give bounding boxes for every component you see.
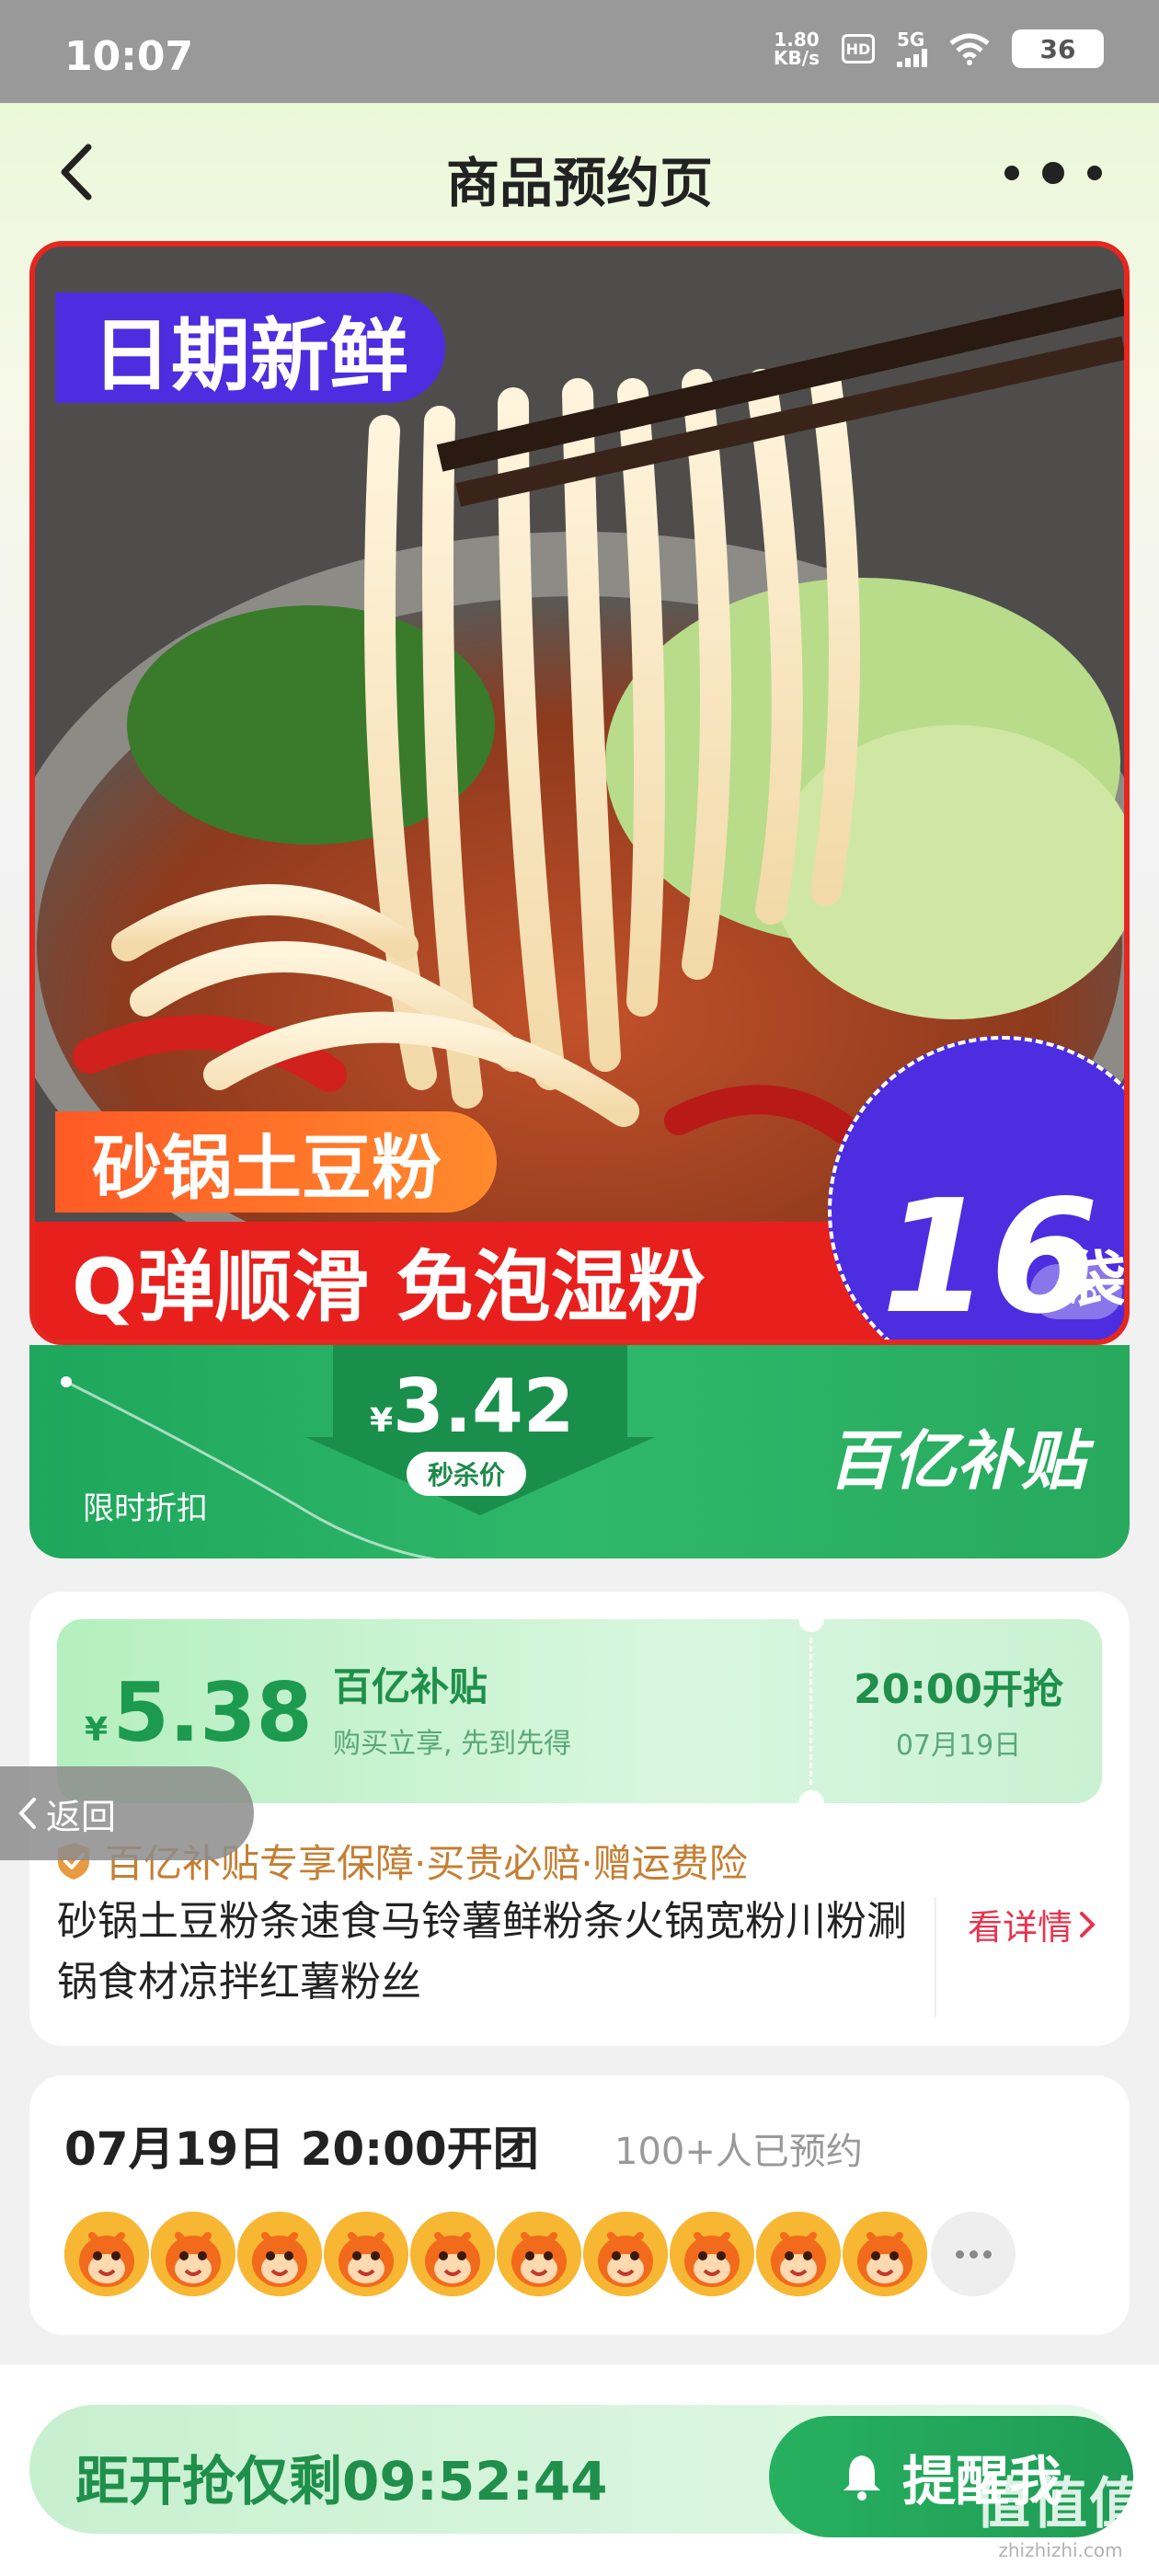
coupon-subtitle: 购买立享, 先到先得 (333, 1728, 572, 1760)
status-bar: 10:07 1.80 KB/s HD 5G 36 (0, 0, 1159, 103)
bottom-action-bar: 距开抢仅剩09:52:44 提醒我 值值值 zhizhizhi.com (0, 2364, 1159, 2576)
flash-price-label: 秒杀价 (407, 1452, 526, 1496)
user-avatar (410, 2212, 495, 2296)
user-avatar (843, 2212, 927, 2296)
limited-discount-label: 限时折扣 (83, 1490, 208, 1527)
coupon-title: 百亿补贴 (333, 1664, 488, 1709)
more-dots-icon[interactable] (984, 155, 1122, 191)
status-icons: 1.80 KB/s HD 5G 36 (774, 29, 1104, 68)
bell-icon (843, 2455, 880, 2501)
more-avatars-icon[interactable] (931, 2212, 1016, 2296)
product-title: 砂锅土豆粉条速食马铃薯鲜粉条火锅宽粉川粉涮锅食材凉拌红薯粉丝 (57, 1898, 907, 2006)
return-button[interactable]: 返回 (0, 1766, 254, 1860)
sale-start-date: 07月19日 (895, 1730, 1022, 1762)
user-avatar (583, 2212, 668, 2296)
user-avatar (670, 2212, 754, 2296)
flash-price: ¥3.42 (370, 1363, 575, 1449)
user-avatar (151, 2212, 235, 2296)
product-name-tag: 砂锅土豆粉 (55, 1111, 497, 1213)
user-avatar (497, 2212, 581, 2296)
status-time: 10:07 (64, 33, 194, 80)
user-avatar (237, 2212, 322, 2296)
hd-icon: HD (842, 34, 875, 63)
product-image-carousel[interactable]: 日期新鲜 砂锅土豆粉 Q弹顺滑 免泡湿粉 16 袋 1/5 (29, 241, 1130, 1345)
network-speed: 1.80 KB/s (774, 29, 820, 69)
user-avatar (756, 2212, 841, 2296)
signal-5g-icon: 5G (897, 30, 927, 67)
reserved-count: 100+人已预约 (614, 2131, 863, 2173)
user-avatar (64, 2212, 149, 2296)
group-reservation-card: 07月19日 20:00开团 100+人已预约 (29, 2076, 1130, 2335)
avatar-list (64, 2212, 927, 2296)
chevron-right-icon (1080, 1911, 1096, 1938)
divider (935, 1897, 936, 2017)
nav-bar: 商品预约页 (0, 103, 1159, 241)
coupon-divider (809, 1638, 812, 1785)
coupon-notch (798, 1619, 824, 1632)
coupon-notch (798, 1790, 824, 1803)
group-start-time: 07月19日 20:00开团 (64, 2122, 539, 2176)
subsidy-logo: 百亿补贴 (828, 1423, 1085, 1499)
return-label: 返回 (46, 1796, 117, 1837)
sale-start-time: 20:00开抢 (853, 1666, 1064, 1713)
coupon-price: ¥ 5.38 (85, 1665, 313, 1760)
watermark: 值值值 zhizhizhi.com (975, 2472, 1146, 2561)
fresh-tag: 日期新鲜 (55, 293, 445, 403)
countdown-text: 距开抢仅剩09:52:44 (75, 2450, 608, 2513)
battery-icon: 36 (1012, 29, 1104, 68)
image-counter: 1/5 (1030, 1264, 1122, 1319)
wifi-icon (949, 33, 990, 65)
chevron-left-icon (18, 1798, 36, 1829)
see-details-link[interactable]: 看详情 (968, 1899, 1096, 1949)
user-avatar (324, 2212, 408, 2296)
flash-price-banner: ¥3.42 秒杀价 限时折扣 百亿补贴 (29, 1345, 1130, 1558)
